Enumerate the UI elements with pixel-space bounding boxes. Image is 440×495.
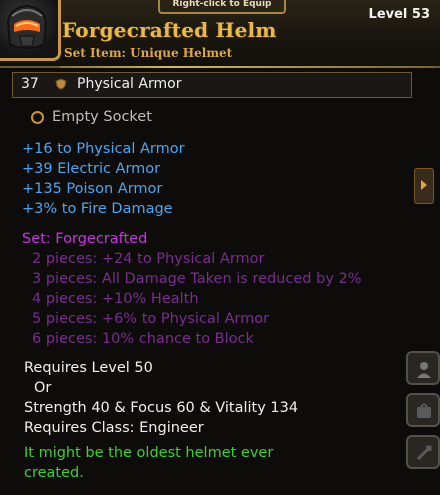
inventory-icon[interactable] [406,393,440,427]
armor-value: 37 [21,76,39,92]
set-bonus: 3 pieces: All Damage Taken is reduced by… [32,271,362,287]
expand-arrow-icon[interactable] [414,168,434,204]
item-title: Forgecrafted Helm [62,18,277,42]
set-bonus: 2 pieces: +24 to Physical Armor [32,251,265,267]
required-class: Requires Class: Engineer [24,420,204,436]
skills-icon[interactable] [406,435,440,469]
required-attributes: Strength 40 & Focus 60 & Vitality 134 [24,400,299,416]
requirement-or: Or [34,380,52,396]
armor-bar: 37 Physical Armor [12,72,412,98]
stat-line: +135 Poison Armor [22,181,163,197]
required-level: Requires Level 50 [24,360,153,376]
socket-icon [31,111,44,124]
helmet-icon [0,0,61,61]
armor-label: Physical Armor [77,76,182,92]
stat-line: +39 Electric Armor [22,161,161,177]
equip-hint-tab: Right-click to Equip [158,0,286,14]
set-bonus: 5 pieces: +6% to Physical Armor [32,311,270,327]
stat-line: +16 to Physical Armor [22,141,185,157]
socket-label: Empty Socket [52,109,152,125]
armor-shield-icon [55,78,67,90]
item-tooltip: Right-click to Equip Forgecrafted Helm S… [0,0,440,495]
flavor-text-continued: created. [24,465,84,481]
set-bonus: 6 pieces: 10% chance to Block [32,331,254,347]
stat-line: +3% to Fire Damage [22,201,173,217]
character-icon[interactable] [406,351,440,385]
flavor-text: It might be the oldest helmet ever [24,445,274,461]
set-title: Set: Forgecrafted [22,231,148,247]
item-level: Level 53 [368,7,430,22]
set-bonus: 4 pieces: +10% Health [32,291,199,307]
tooltip-header: Right-click to Equip Forgecrafted Helm S… [0,0,440,68]
item-type: Set Item: Unique Helmet [64,46,233,60]
